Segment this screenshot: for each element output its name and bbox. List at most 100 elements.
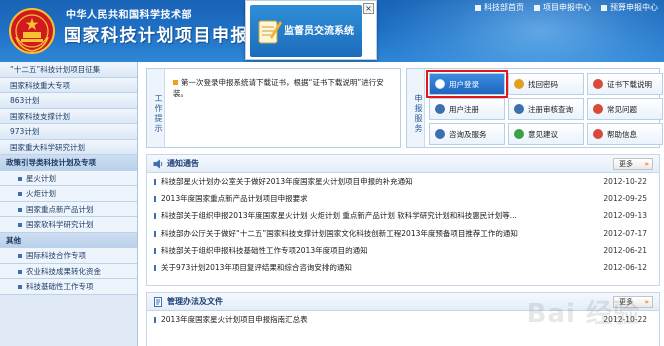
sidebar-item-label: 863计划	[10, 96, 40, 105]
bullet-icon	[18, 223, 22, 227]
service-button-label: 证书下载说明	[607, 79, 652, 89]
nav-label: 科技部首页	[484, 3, 524, 12]
sidebar-item[interactable]: 国家科技重大专项	[0, 77, 137, 93]
list-item-date: 2012-09-25	[603, 194, 647, 204]
list-item-date: 2012-06-12	[603, 262, 647, 272]
header-banner: 中华人民共和国科学技术部 国家科技计划项目申报 科技部首页 项目申报中心 预算申…	[0, 0, 664, 62]
service-button[interactable]: 注册审核查询	[508, 98, 584, 120]
bullet-icon	[18, 254, 22, 258]
ministry-name: 中华人民共和国科学技术部	[66, 10, 192, 21]
notices-more-button[interactable]: 更多 »	[613, 158, 653, 170]
service-button[interactable]: 咨询及服务	[429, 123, 505, 145]
sidebar-item[interactable]: 国家科技支撑计划	[0, 108, 137, 124]
sidebar-item-label: 火炬计划	[26, 189, 56, 198]
service-button[interactable]: 帮助信息	[587, 123, 663, 145]
ad-banner[interactable]: 监督员交流系统	[250, 5, 362, 57]
service-button[interactable]: 常见问题	[587, 98, 663, 120]
sidebar-item[interactable]: 国家重点新产品计划	[0, 201, 137, 217]
list-item[interactable]: 关于973计划2013年项目复评结果和综合咨询安排的通知 2012-06-12	[147, 259, 659, 276]
sidebar-item[interactable]: 农业科技成果转化资金	[0, 263, 137, 279]
rules-title: 管理办法及文件	[167, 297, 223, 306]
list-item-title[interactable]: 科技部星火计划办公室关于做好2013年度国家星火计划项目申报的补充通知	[161, 173, 413, 190]
bullet-icon	[18, 207, 22, 212]
service-button[interactable]: 证书下载说明	[587, 73, 663, 95]
list-item[interactable]: 科技部关于组织申报2013年度国家星火计划 火炬计划 重点新产品计划 软科学研究…	[147, 207, 659, 224]
list-item-title[interactable]: 关于973计划2013年项目复评结果和综合咨询安排的通知	[161, 259, 352, 276]
ad-popup[interactable]: 监督员交流系统 ×	[245, 0, 377, 60]
service-button-label: 用户注册	[449, 104, 479, 114]
notices-list: 科技部星火计划办公室关于做好2013年度国家星火计划项目申报的补充通知 2012-…	[147, 173, 659, 276]
watermark: Bai 经验	[526, 299, 640, 329]
list-item-title[interactable]: 科技部办公厅关于做好“十二五”国家科技支撑计划国家文化科技创新工程2013年度预…	[161, 225, 518, 242]
services-label: 申报服务	[407, 69, 425, 147]
nav-square-icon	[475, 4, 481, 11]
list-item-title[interactable]: 科技部关于组织申报2013年度国家星火计划 火炬计划 重点新产品计划 软科学研究…	[161, 207, 517, 224]
sidebar-item-label: “十二五”科技计划项目征集	[10, 65, 101, 74]
list-item-title[interactable]: 科技部关于组织申报科技基础性工作专项2013年度项目的通知	[161, 242, 368, 259]
list-item[interactable]: 科技部办公厅关于做好“十二五”国家科技支撑计划国家文化科技创新工程2013年度预…	[147, 225, 659, 242]
service-button[interactable]: 意见建议	[508, 123, 584, 145]
sidebar-item-label: 农业科技成果转化资金	[26, 266, 101, 276]
question-icon	[593, 104, 603, 114]
nav-budget-center[interactable]: 预算申报中心	[601, 2, 658, 13]
nav-square-icon	[534, 4, 540, 11]
double-arrow-icon: »	[644, 298, 648, 306]
nav-label: 预算申报中心	[610, 3, 658, 12]
sidebar-item-label: 科技基础性工作专项	[26, 282, 94, 291]
sidebar-item-label: 国家重大科学研究计划	[10, 142, 85, 152]
national-emblem-icon	[9, 8, 55, 54]
bullet-icon	[18, 285, 22, 289]
ad-text: 监督员交流系统	[284, 26, 354, 37]
nav-square-icon	[601, 4, 607, 11]
nav-ministry-home[interactable]: 科技部首页	[475, 2, 524, 13]
user-icon	[435, 79, 445, 89]
close-icon[interactable]: ×	[363, 3, 374, 14]
sidebar-item[interactable]: 973计划	[0, 124, 137, 140]
work-tips-text: 第一次登录申报系统请下载证书，根据“证书下载说明”进行安装。	[173, 77, 395, 99]
sidebar-item[interactable]: 星火计划	[0, 170, 137, 186]
top-navigation: 科技部首页 项目申报中心 预算申报中心	[475, 2, 658, 13]
list-item[interactable]: 2013年度国家重点新产品计划项目申报要求 2012-09-25	[147, 190, 659, 207]
sidebar-item-label: 国家科技重大专项	[10, 80, 70, 90]
sidebar-item-label: 973计划	[10, 127, 40, 136]
bullet-icon	[18, 269, 22, 274]
list-item[interactable]: 科技部关于组织申报科技基础性工作专项2013年度项目的通知 2012-06-21	[147, 242, 659, 259]
work-tips-label: 工作提示	[147, 69, 165, 147]
register-icon	[435, 104, 445, 114]
bullet-icon	[173, 80, 178, 85]
list-item-title[interactable]: 2013年度国家重点新产品计划项目申报要求	[161, 190, 308, 207]
sidebar-item[interactable]: 火炬计划	[0, 186, 137, 202]
sidebar-item-label: 国际科技合作专项	[26, 251, 86, 260]
service-button-label: 咨询及服务	[449, 129, 487, 139]
service-button[interactable]: 找回密码	[508, 73, 584, 95]
list-item-title[interactable]: 2013年度国家星火计划项目申报指南汇总表	[161, 311, 308, 328]
services-box: 申报服务 用户登录 找回密码 证书下载说明用户注册 注册审核查询 常见问题咨询及服务 意见…	[406, 68, 663, 148]
nav-label: 项目申报中心	[543, 3, 591, 12]
nav-project-center[interactable]: 项目申报中心	[534, 2, 591, 13]
sidebar-item[interactable]: “十二五”科技计划项目征集	[0, 62, 137, 78]
list-item-date: 2012-10-22	[603, 177, 647, 186]
notices-panel: 通知通告 更多 » 科技部星火计划办公室关于做好2013年度国家星火计划项目申报…	[146, 154, 660, 286]
sidebar-item[interactable]: 国家重大科学研究计划	[0, 139, 137, 155]
sidebar-item-label: 国家重点新产品计划	[26, 204, 94, 214]
consult-icon	[435, 129, 445, 139]
speaker-icon	[153, 159, 163, 169]
notepad-icon	[258, 20, 282, 44]
sidebar-item[interactable]: 国际科技合作专项	[0, 248, 137, 264]
sidebar-item[interactable]: 科技基础性工作专项	[0, 279, 137, 295]
sidebar-category[interactable]: 其他	[0, 232, 137, 248]
sidebar-category[interactable]: 政策引导类科技计划及专项	[0, 155, 137, 171]
service-button[interactable]: 用户注册	[429, 98, 505, 120]
service-button[interactable]: 用户登录	[426, 70, 508, 98]
search-icon	[514, 104, 524, 114]
list-item[interactable]: 科技部星火计划办公室关于做好2013年度国家星火计划项目申报的补充通知 2012-…	[147, 173, 659, 190]
sidebar-item-label: 星火计划	[26, 173, 56, 183]
notices-title: 通知通告	[167, 159, 199, 168]
service-button-label: 用户登录	[449, 79, 479, 89]
feedback-icon	[514, 129, 524, 139]
list-item-date: 2012-09-13	[603, 211, 647, 221]
service-button-label: 注册审核查询	[528, 104, 573, 114]
sidebar-item-label: 国家软科学研究计划	[26, 220, 94, 229]
sidebar-item[interactable]: 863计划	[0, 93, 137, 109]
sidebar-item[interactable]: 国家软科学研究计划	[0, 217, 137, 233]
